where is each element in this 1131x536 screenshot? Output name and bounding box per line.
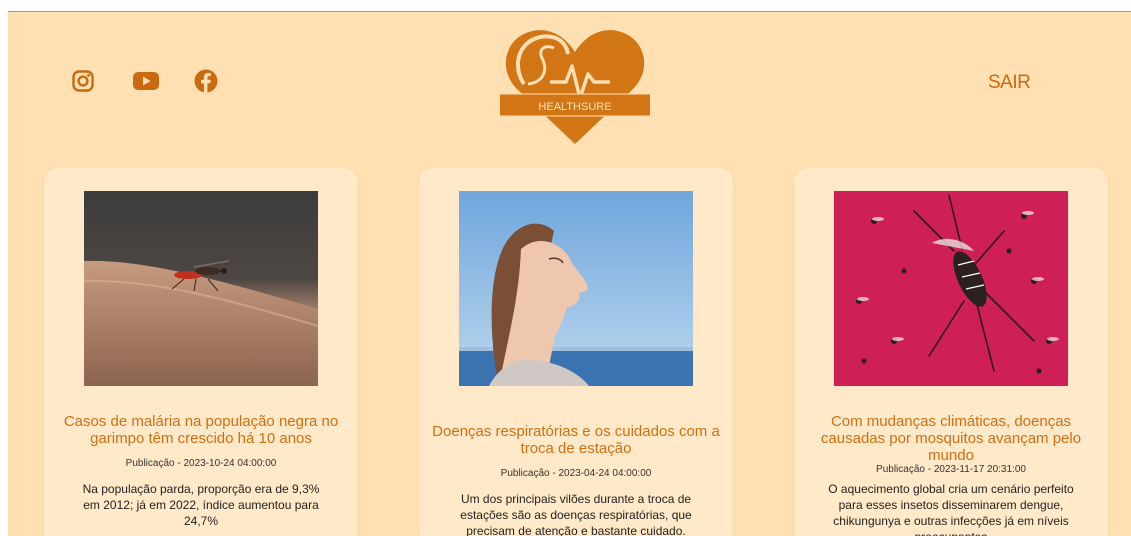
page: HEALTHSURE SAIR Casos de malária na popu… [8,11,1131,536]
article-date: Publicação - 2023-11-17 20:31:00 [876,464,1026,475]
news-card[interactable]: Doenças respiratórias e os cuidados com … [419,168,733,536]
article-summary: Na população parda, proporção era de 9,3… [82,482,320,528]
article-date: Publicação - 2023-04-24 04:00:00 [500,468,652,479]
youtube-icon[interactable] [132,67,160,95]
article-title[interactable]: Doenças respiratórias e os cuidados com … [429,423,723,457]
logout-button[interactable]: SAIR [988,72,1031,94]
article-title[interactable]: Com mudanças climáticas, doenças causada… [804,413,1098,464]
logo-text: HEALTHSURE [538,101,611,113]
facebook-icon[interactable] [192,67,220,95]
news-card[interactable]: Casos de malária na população negra no g… [44,168,358,536]
article-summary: O aquecimento global cria um cenário per… [828,482,1074,536]
instagram-icon[interactable] [69,67,97,95]
mosquito-on-skin-image[interactable] [84,191,318,386]
article-title[interactable]: Casos de malária na população negra no g… [54,413,348,447]
healthsure-logo[interactable]: HEALTHSURE [500,22,650,150]
mosquitos-illustration-image[interactable] [834,191,1068,386]
article-date: Publicação - 2023-10-24 04:00:00 [125,458,277,469]
news-card[interactable]: Com mudanças climáticas, doenças causada… [794,168,1108,536]
article-summary: Um dos principais vilões durante a troca… [460,492,692,536]
woman-breathing-image[interactable] [459,191,693,386]
